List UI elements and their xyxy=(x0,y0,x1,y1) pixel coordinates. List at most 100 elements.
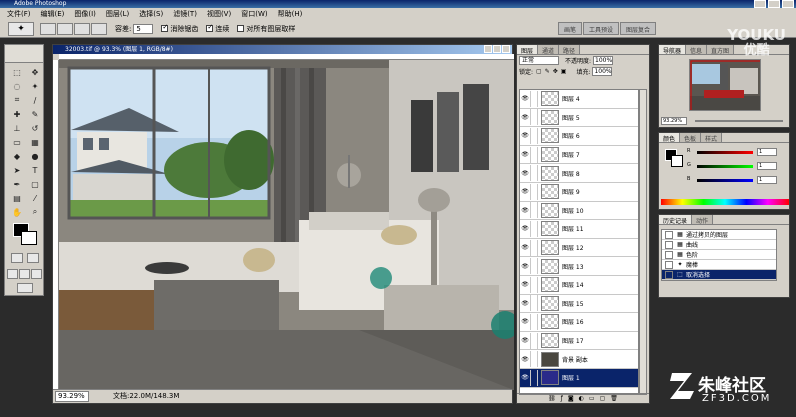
navigator-zoom-slider[interactable] xyxy=(695,120,783,122)
history-item[interactable]: ✦ 魔棒 xyxy=(662,260,776,270)
delete-layer-icon[interactable]: 🗑 xyxy=(610,395,618,402)
menu-window[interactable]: 窗口(W) xyxy=(236,9,272,19)
crop-tool-icon[interactable]: ⌗ xyxy=(10,94,24,106)
background-color-swatch[interactable] xyxy=(21,231,37,245)
zoom-tool-icon[interactable]: ⌕ xyxy=(28,206,42,218)
menu-layer[interactable]: 图层(L) xyxy=(101,9,134,19)
tab-navigator[interactable]: 导航器 xyxy=(659,45,687,55)
eraser-tool-icon[interactable]: ▭ xyxy=(10,136,24,148)
tab-swatches[interactable]: 色板 xyxy=(680,133,702,143)
layer-row-selected[interactable]: 👁 图层 1 xyxy=(520,368,638,388)
new-group-icon[interactable]: ▭ xyxy=(589,395,595,402)
tab-history[interactable]: 历史记录 xyxy=(659,215,693,225)
navigator-preview[interactable] xyxy=(689,59,761,111)
menu-select[interactable]: 选择(S) xyxy=(134,9,168,19)
eye-icon[interactable]: 👁 xyxy=(520,225,530,232)
doc-minimize-button[interactable] xyxy=(484,45,492,53)
layer-row[interactable]: 👁 图层 15 xyxy=(520,295,638,314)
layer-row[interactable]: 👁 图层 14 xyxy=(520,276,638,295)
layer-style-icon[interactable]: ƒ xyxy=(561,395,563,402)
well-tab-layer-comps[interactable]: 图层复合 xyxy=(619,22,656,35)
doc-maximize-button[interactable] xyxy=(493,45,501,53)
selection-add-button[interactable] xyxy=(57,22,73,35)
history-source-box[interactable] xyxy=(665,270,673,279)
jump-to-imageready-button[interactable] xyxy=(17,283,33,293)
eye-icon[interactable]: 👁 xyxy=(520,114,530,121)
history-item-selected[interactable]: ⬚ 取消选择 xyxy=(662,270,776,280)
layer-row[interactable]: 👁 图层 13 xyxy=(520,257,638,276)
green-slider[interactable] xyxy=(697,165,753,168)
history-item[interactable]: ▦ 通过拷贝的图层 xyxy=(662,230,776,240)
eye-icon[interactable]: 👁 xyxy=(520,281,530,288)
tab-layers[interactable]: 图层 xyxy=(517,45,539,55)
menu-image[interactable]: 图像(I) xyxy=(69,9,101,19)
lock-position-icon[interactable]: ✥ xyxy=(553,68,558,75)
eye-icon[interactable]: 👁 xyxy=(520,151,530,158)
opacity-input[interactable]: 100% xyxy=(593,56,614,65)
hand-tool-icon[interactable]: ✋ xyxy=(10,206,24,218)
red-input[interactable]: 1 xyxy=(757,148,777,156)
screen-mode-full-button[interactable] xyxy=(31,269,42,279)
eye-icon[interactable]: 👁 xyxy=(520,188,530,195)
doc-zoom-field[interactable]: 93.29% xyxy=(55,391,89,402)
menu-file[interactable]: 文件(F) xyxy=(2,9,36,19)
layer-row[interactable]: 👁 图层 17 xyxy=(520,332,638,351)
tab-styles[interactable]: 样式 xyxy=(701,133,723,143)
menu-filter[interactable]: 滤镜(T) xyxy=(168,9,202,19)
blend-mode-select[interactable]: 正常 xyxy=(519,56,559,65)
shape-tool-icon[interactable]: ▢ xyxy=(28,178,42,190)
standard-mode-button[interactable] xyxy=(11,253,23,263)
path-select-icon[interactable]: ➤ xyxy=(10,164,24,176)
notes-tool-icon[interactable]: ▤ xyxy=(10,192,24,204)
gradient-tool-icon[interactable]: ▦ xyxy=(28,136,42,148)
menu-view[interactable]: 视图(V) xyxy=(202,9,236,19)
tab-color[interactable]: 颜色 xyxy=(659,133,681,143)
doc-size-info[interactable]: 文档:22.0M/148.3M xyxy=(113,390,179,403)
selection-subtract-button[interactable] xyxy=(74,22,90,35)
layer-row[interactable]: 👁 图层 7 xyxy=(520,146,638,165)
tool-preset-picker[interactable]: ✦ xyxy=(8,21,34,36)
eye-icon[interactable]: 👁 xyxy=(520,318,530,325)
color-bg-swatch[interactable] xyxy=(671,155,683,167)
menu-help[interactable]: 帮助(H) xyxy=(273,9,308,19)
eye-icon[interactable]: 👁 xyxy=(520,356,530,363)
lock-image-icon[interactable]: ✎ xyxy=(545,68,550,75)
eye-icon[interactable]: 👁 xyxy=(520,132,530,139)
layers-scrollbar[interactable] xyxy=(639,89,647,395)
eye-icon[interactable]: 👁 xyxy=(520,300,530,307)
blue-slider[interactable] xyxy=(697,179,753,182)
minimize-button[interactable] xyxy=(754,0,766,8)
maximize-button[interactable] xyxy=(768,0,780,8)
screen-mode-full-menu-button[interactable] xyxy=(19,269,30,279)
contiguous-checkbox[interactable] xyxy=(206,23,214,32)
marquee-tool-icon[interactable]: ⬚ xyxy=(10,66,24,78)
history-item[interactable]: ▦ 色阶 xyxy=(662,250,776,260)
color-ramp[interactable] xyxy=(661,199,789,205)
eye-icon[interactable]: 👁 xyxy=(520,337,530,344)
eye-icon[interactable]: 👁 xyxy=(520,170,530,177)
image-canvas[interactable] xyxy=(59,60,514,390)
menu-edit[interactable]: 编辑(E) xyxy=(36,9,70,19)
navigator-zoom-input[interactable]: 93.29% xyxy=(661,117,687,125)
layer-row[interactable]: 👁 图层 5 xyxy=(520,109,638,128)
tab-channels[interactable]: 通道 xyxy=(538,45,560,55)
tolerance-input[interactable]: 5 xyxy=(133,23,154,34)
eye-icon[interactable]: 👁 xyxy=(520,244,530,251)
layer-row[interactable]: 👁 图层 11 xyxy=(520,220,638,239)
document-titlebar[interactable]: 32003.tif @ 93.3% (图层 1, RGB/8#) xyxy=(53,45,512,54)
selection-intersect-button[interactable] xyxy=(91,22,107,35)
history-source-box[interactable] xyxy=(665,250,673,259)
layer-row[interactable]: 👁 图层 12 xyxy=(520,239,638,258)
eye-icon[interactable]: 👁 xyxy=(520,263,530,270)
blue-input[interactable]: 1 xyxy=(757,176,777,184)
healing-brush-icon[interactable]: ✚ xyxy=(10,108,24,120)
history-source-box[interactable] xyxy=(665,230,673,239)
clone-stamp-icon[interactable]: ⊥ xyxy=(10,122,24,134)
history-source-box[interactable] xyxy=(665,260,673,269)
dodge-tool-icon[interactable]: ● xyxy=(28,150,42,162)
screen-mode-standard-button[interactable] xyxy=(7,269,18,279)
layer-row[interactable]: 👁 图层 8 xyxy=(520,164,638,183)
history-source-box[interactable] xyxy=(665,240,673,249)
pen-tool-icon[interactable]: ✒ xyxy=(10,178,24,190)
magic-wand-tool-icon[interactable]: ✦ xyxy=(28,80,42,92)
